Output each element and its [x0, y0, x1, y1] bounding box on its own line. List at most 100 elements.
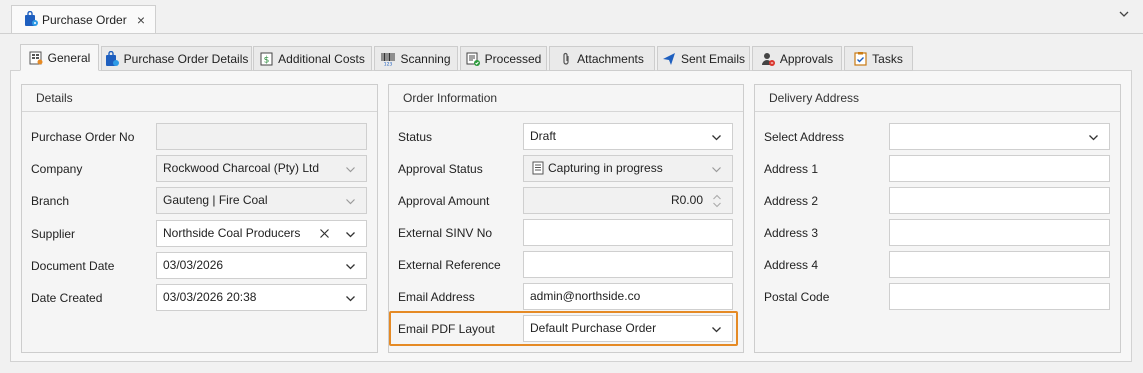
- document-date-value: 03/03/2026: [163, 258, 224, 272]
- approval-amount-label: Approval Amount: [398, 194, 490, 208]
- tab-label: Additional Costs: [278, 51, 365, 66]
- tab-attachments[interactable]: Attachments: [549, 46, 655, 71]
- spinner-arrows-icon[interactable]: [712, 191, 722, 211]
- chevron-down-icon: [346, 199, 355, 205]
- processed-icon: [466, 52, 480, 66]
- date-created-value: 03/03/2026 20:38: [163, 290, 257, 304]
- status-row: Status Draft: [389, 123, 743, 151]
- email-address-label: Email Address: [398, 290, 475, 304]
- email-pdf-layout-row: Email PDF Layout Default Purchase Order: [389, 315, 743, 343]
- purchase-order-no-row: Purchase Order No: [22, 123, 377, 151]
- address-2-input[interactable]: [889, 187, 1110, 214]
- supplier-row: Supplier Northside Coal Producers: [22, 220, 377, 248]
- postal-code-input[interactable]: [889, 283, 1110, 310]
- tab-approvals[interactable]: Approvals: [752, 46, 842, 71]
- purchase-order-icon: [105, 50, 119, 66]
- address-4-label: Address 4: [764, 258, 819, 272]
- branch-select[interactable]: Gauteng | Fire Coal: [156, 187, 367, 214]
- approval-amount-value: R0.00: [670, 193, 703, 207]
- address-2-label: Address 2: [764, 194, 819, 208]
- external-reference-label: External Reference: [398, 258, 501, 272]
- chevron-down-icon: [712, 167, 721, 173]
- approval-status-select[interactable]: Capturing in progress: [523, 155, 733, 182]
- date-created-picker[interactable]: 03/03/2026 20:38: [156, 284, 367, 311]
- approval-status-label: Approval Status: [398, 162, 483, 176]
- email-address-row: Email Address admin@northside.co: [389, 283, 743, 311]
- status-value: Draft: [530, 129, 557, 143]
- postal-code-label: Postal Code: [764, 290, 830, 304]
- address-4-row: Address 4: [755, 251, 1120, 279]
- branch-label: Branch: [31, 194, 70, 208]
- status-select[interactable]: Draft: [523, 123, 733, 150]
- chevron-down-icon[interactable]: [1118, 8, 1130, 20]
- approval-status-value: Capturing in progress: [548, 161, 663, 175]
- tab-purchase-order-details[interactable]: Purchase Order Details: [101, 46, 252, 71]
- external-sinv-no-label: External SINV No: [398, 226, 493, 240]
- date-created-label: Date Created: [31, 291, 103, 305]
- approval-amount-row: Approval Amount R0.00: [389, 187, 743, 215]
- tab-label: Scanning: [400, 51, 451, 66]
- tab-sent-emails[interactable]: Sent Emails: [657, 46, 750, 71]
- user-approval-icon: [761, 52, 775, 66]
- external-sinv-no-input[interactable]: [523, 219, 733, 246]
- supplier-select[interactable]: Northside Coal Producers: [156, 220, 367, 247]
- details-group-title: Details: [22, 85, 377, 112]
- address-4-input[interactable]: [889, 251, 1110, 278]
- chevron-down-icon[interactable]: [711, 132, 722, 143]
- approval-amount-spinner[interactable]: R0.00: [523, 187, 733, 214]
- chevron-down-icon[interactable]: [1088, 132, 1099, 143]
- approval-status-row: Approval Status Capturing in progress: [389, 155, 743, 183]
- external-reference-row: External Reference: [389, 251, 743, 279]
- external-sinv-no-row: External SINV No: [389, 219, 743, 247]
- branch-value: Gauteng | Fire Coal: [163, 193, 268, 207]
- svg-text:$: $: [264, 55, 270, 65]
- tab-label: General: [47, 50, 91, 65]
- address-3-input[interactable]: [889, 219, 1110, 246]
- email-pdf-layout-select[interactable]: Default Purchase Order: [523, 315, 733, 342]
- company-row: Company Rockwood Charcoal (Pty) Ltd: [22, 155, 377, 183]
- company-select[interactable]: Rockwood Charcoal (Pty) Ltd: [156, 155, 367, 182]
- address-1-input[interactable]: [889, 155, 1110, 182]
- address-1-row: Address 1: [755, 155, 1120, 183]
- document-tab-title: Purchase Order: [42, 13, 127, 27]
- document-tab-purchase-order[interactable]: Purchase Order ×: [11, 5, 156, 34]
- send-icon: [662, 52, 675, 65]
- svg-text:123: 123: [384, 61, 393, 66]
- document-date-picker[interactable]: 03/03/2026: [156, 252, 367, 279]
- tab-label: Attachments: [577, 51, 644, 66]
- postal-code-row: Postal Code: [755, 283, 1120, 311]
- purchase-order-no-input[interactable]: [156, 123, 367, 150]
- clear-icon[interactable]: [319, 228, 330, 239]
- money-icon: $: [260, 52, 273, 65]
- email-pdf-layout-label: Email PDF Layout: [398, 322, 495, 336]
- chevron-down-icon[interactable]: [345, 229, 356, 240]
- order-information-group-title: Order Information: [389, 85, 743, 112]
- form-icon: [29, 51, 43, 64]
- delivery-address-group: Delivery Address Select Address Address …: [754, 84, 1121, 353]
- email-pdf-layout-value: Default Purchase Order: [530, 321, 657, 335]
- external-reference-input[interactable]: [523, 251, 733, 278]
- tab-scanning[interactable]: 123 Scanning: [374, 46, 458, 71]
- tab-tasks[interactable]: Tasks: [844, 46, 913, 71]
- email-address-input[interactable]: admin@northside.co: [523, 283, 733, 310]
- tab-general[interactable]: General: [20, 44, 99, 71]
- chevron-down-icon[interactable]: [345, 261, 356, 272]
- document-date-row: Document Date 03/03/2026: [22, 252, 377, 280]
- chevron-down-icon[interactable]: [711, 324, 722, 335]
- close-icon[interactable]: ×: [137, 12, 145, 28]
- paperclip-icon: [563, 52, 569, 65]
- clipboard-check-icon: [854, 52, 867, 66]
- tab-additional-costs[interactable]: $ Additional Costs: [253, 46, 372, 71]
- select-address-select[interactable]: [889, 123, 1110, 150]
- purchase-order-no-label: Purchase Order No: [31, 130, 135, 144]
- purchase-order-icon: [24, 10, 38, 30]
- address-3-label: Address 3: [764, 226, 819, 240]
- delivery-address-group-title: Delivery Address: [755, 85, 1120, 112]
- chevron-down-icon[interactable]: [345, 293, 356, 304]
- date-created-row: Date Created 03/03/2026 20:38: [22, 284, 377, 312]
- address-3-row: Address 3: [755, 219, 1120, 247]
- tab-processed[interactable]: Processed: [460, 46, 547, 71]
- supplier-label: Supplier: [31, 227, 76, 241]
- status-label: Status: [398, 130, 433, 144]
- tab-label: Approvals: [779, 51, 834, 66]
